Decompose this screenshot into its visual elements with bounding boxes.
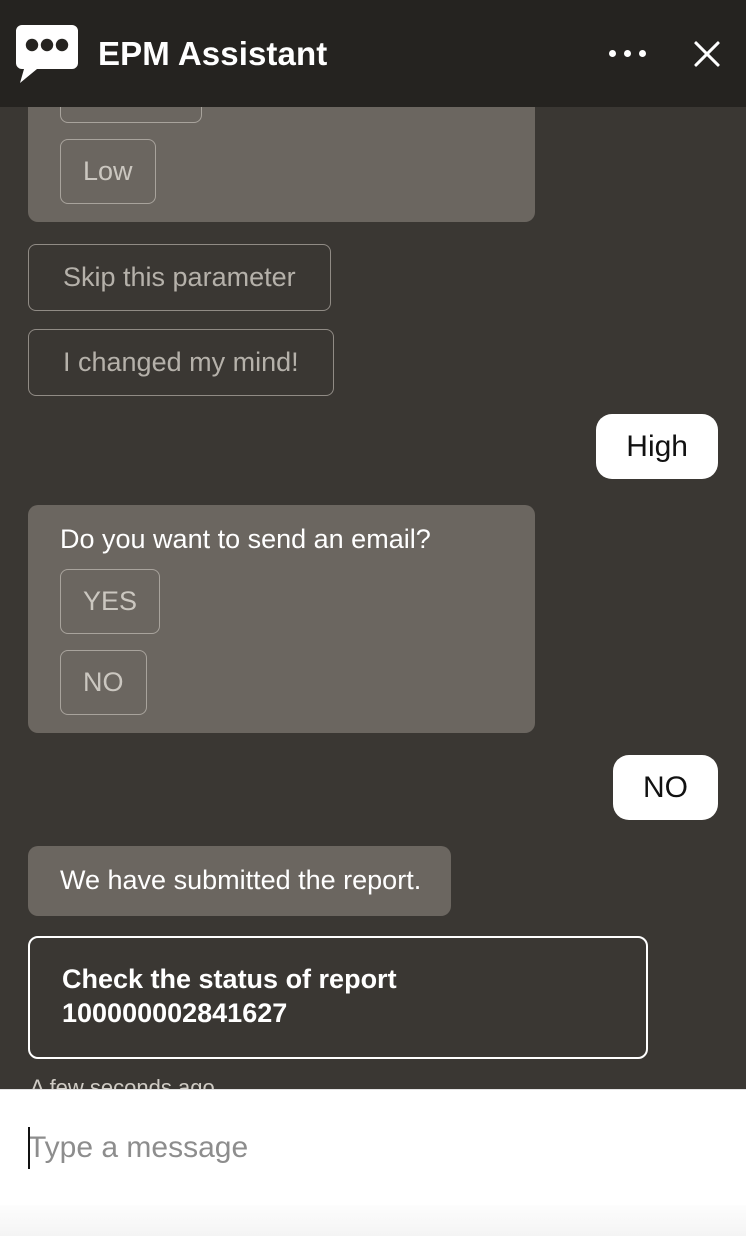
- close-icon[interactable]: [690, 37, 724, 71]
- quick-reply-row-changed-mind: I changed my mind!: [28, 329, 718, 414]
- more-options-icon[interactable]: [607, 44, 648, 63]
- app-header: EPM Assistant: [0, 0, 746, 107]
- bot-message-text: Do you want to send an email?: [60, 524, 431, 554]
- option-button-low[interactable]: Low: [60, 139, 156, 204]
- quick-reply-skip-this-parameter[interactable]: Skip this parameter: [28, 244, 331, 311]
- option-button-medium[interactable]: Medium: [60, 107, 203, 123]
- bot-message-report-submitted: We have submitted the report.: [28, 845, 452, 916]
- epm-assistant-window: EPM Assistant Medium Low Skip this param…: [0, 0, 746, 1236]
- option-button-yes[interactable]: YES: [60, 568, 161, 634]
- suggestion-check-report-status[interactable]: Check the status of report 1000000028416…: [28, 935, 648, 1059]
- bot-message-email-question: Do you want to send an email? YES NO: [28, 505, 535, 733]
- message-input[interactable]: [28, 1130, 718, 1165]
- chat-scroll-area[interactable]: Medium Low Skip this parameter I changed…: [0, 107, 746, 1089]
- page-title: EPM Assistant: [98, 34, 328, 72]
- message-list: Medium Low Skip this parameter I changed…: [0, 107, 746, 1089]
- text-cursor: [28, 1126, 30, 1169]
- user-message-row-no: NO: [28, 754, 718, 820]
- user-message-row-high: High: [28, 414, 718, 479]
- message-composer[interactable]: [0, 1089, 746, 1205]
- bot-message-priority-options: Medium Low: [28, 107, 535, 222]
- message-timestamp: A few seconds ago: [30, 1074, 215, 1089]
- user-message-high: High: [596, 414, 718, 479]
- bot-message-text: We have submitted the report.: [60, 864, 422, 895]
- bottom-bar: [0, 1205, 746, 1236]
- option-button-no[interactable]: NO: [60, 649, 147, 715]
- user-message-no: NO: [613, 754, 718, 820]
- chat-bubble-icon: [16, 24, 78, 83]
- header-actions: [607, 37, 724, 71]
- quick-reply-i-changed-my-mind[interactable]: I changed my mind!: [28, 329, 334, 396]
- quick-reply-row-skip: Skip this parameter: [28, 244, 718, 329]
